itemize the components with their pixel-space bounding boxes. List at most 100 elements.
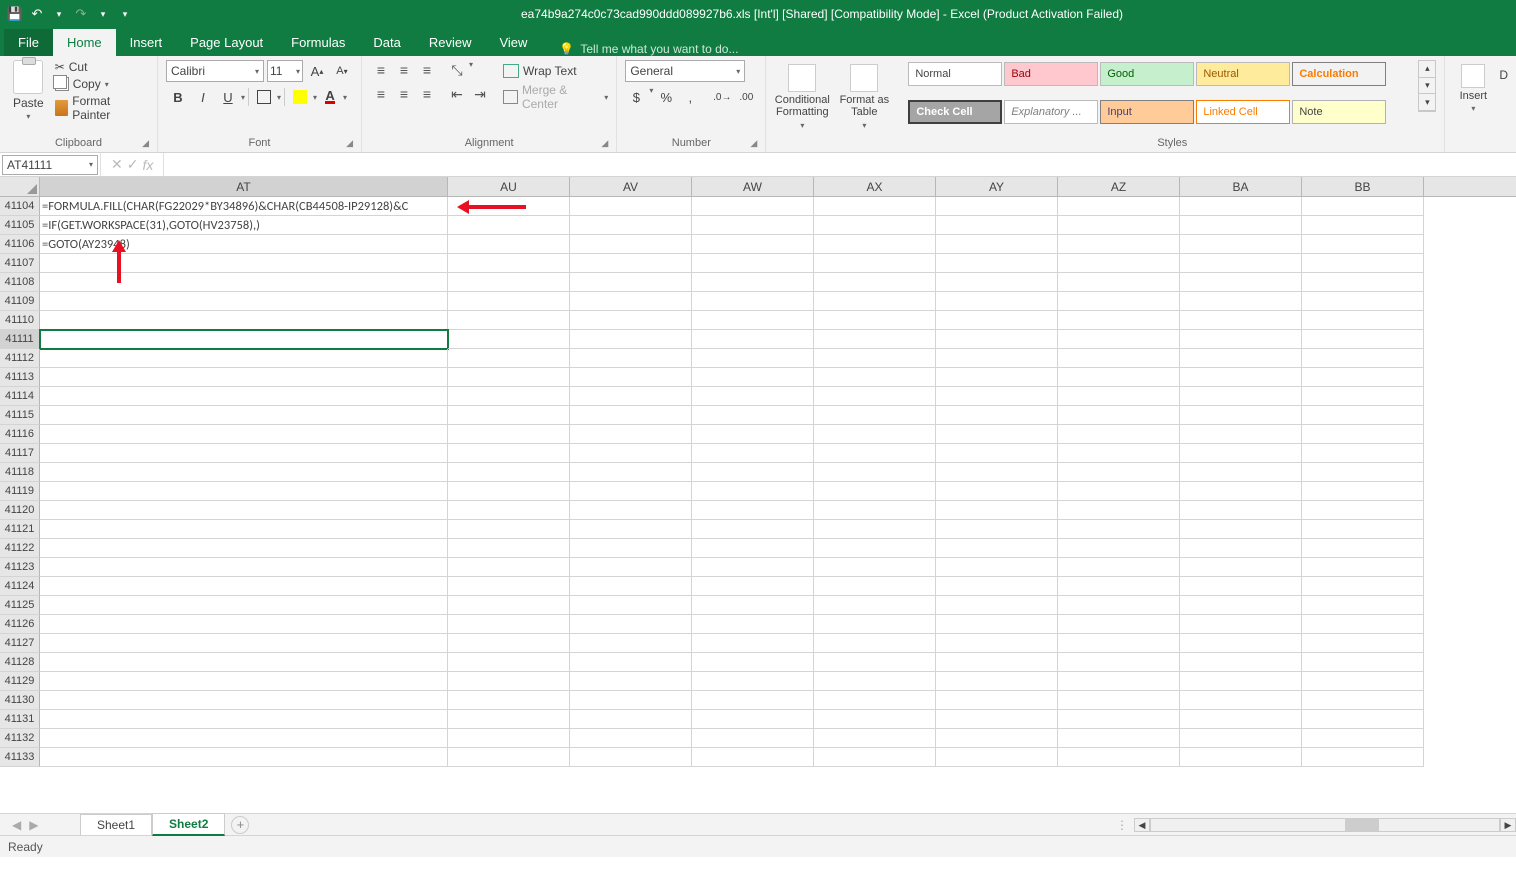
cell[interactable] [936,273,1058,292]
cell[interactable] [1180,482,1302,501]
cell[interactable] [1302,615,1424,634]
cell[interactable] [814,463,936,482]
cell[interactable] [448,292,570,311]
cell[interactable] [570,748,692,767]
row-header[interactable]: 41104 [0,197,40,216]
border-button[interactable] [252,86,276,108]
cell[interactable] [1180,710,1302,729]
cell[interactable] [1302,444,1424,463]
cell[interactable] [40,368,448,387]
cell[interactable] [692,729,814,748]
cell[interactable] [692,330,814,349]
row-header[interactable]: 41124 [0,577,40,596]
align-top-icon[interactable]: ≡ [370,60,392,80]
cell[interactable] [448,710,570,729]
cell[interactable] [936,311,1058,330]
paste-button[interactable]: Paste ▾ [8,60,49,135]
cell[interactable] [814,501,936,520]
cell[interactable] [1058,330,1180,349]
align-left-icon[interactable]: ≡ [370,84,392,104]
row-header[interactable]: 41106 [0,235,40,254]
increase-decimal-icon[interactable]: .0→ [711,86,733,108]
cell[interactable] [936,387,1058,406]
cell[interactable] [40,672,448,691]
select-all-corner[interactable] [0,177,40,196]
cell[interactable] [1302,501,1424,520]
cell[interactable] [1302,368,1424,387]
row-header[interactable]: 41132 [0,729,40,748]
cell[interactable] [1058,406,1180,425]
cell[interactable] [570,482,692,501]
cell[interactable] [1180,596,1302,615]
cell[interactable] [448,596,570,615]
cell[interactable] [570,216,692,235]
cell[interactable] [1180,558,1302,577]
row-header[interactable]: 41123 [0,558,40,577]
style-good[interactable]: Good [1100,62,1194,86]
cell[interactable] [1058,368,1180,387]
cell[interactable] [1302,216,1424,235]
chevron-down-icon[interactable]: ▾ [343,93,347,102]
cell[interactable] [1180,406,1302,425]
cell[interactable] [1180,292,1302,311]
cell[interactable] [1302,349,1424,368]
cell[interactable] [1302,520,1424,539]
row-header[interactable]: 41105 [0,216,40,235]
cell[interactable] [936,349,1058,368]
chevron-down-icon[interactable]: ▾ [277,93,281,102]
col-header-AX[interactable]: AX [814,177,936,196]
style-check-cell[interactable]: Check Cell [908,100,1002,124]
tab-insert[interactable]: Insert [116,29,177,56]
row-header[interactable]: 41110 [0,311,40,330]
cell[interactable] [1058,558,1180,577]
cell[interactable] [814,558,936,577]
cell[interactable] [40,615,448,634]
align-right-icon[interactable]: ≡ [416,84,438,104]
decrease-font-icon[interactable]: A▾ [331,60,353,82]
cell[interactable] [1180,216,1302,235]
cell[interactable] [1058,691,1180,710]
cell[interactable] [1058,254,1180,273]
cell[interactable] [692,748,814,767]
row-header[interactable]: 41115 [0,406,40,425]
cell[interactable] [814,368,936,387]
font-name-combo[interactable]: Calibri▾ [166,60,264,82]
cut-button[interactable]: ✂Cut [55,60,149,74]
cell[interactable] [1302,596,1424,615]
cell[interactable] [1058,748,1180,767]
row-header[interactable]: 41116 [0,425,40,444]
cell[interactable] [1058,710,1180,729]
sheet-nav-prev-icon[interactable]: ◀ [12,818,21,832]
cell[interactable] [1058,596,1180,615]
style-input[interactable]: Input [1100,100,1194,124]
format-as-table-button[interactable]: Format as Table ▾ [836,60,892,147]
cell[interactable] [1058,653,1180,672]
cell[interactable] [1302,292,1424,311]
cell[interactable]: =GOTO(AY23948) [40,235,448,254]
cell[interactable] [1180,634,1302,653]
cell[interactable] [40,501,448,520]
cell[interactable] [1058,349,1180,368]
row-header[interactable]: 41118 [0,463,40,482]
cell[interactable] [570,235,692,254]
merge-center-button[interactable]: Merge & Center ▾ [503,86,608,108]
cell[interactable] [448,444,570,463]
cell[interactable] [448,254,570,273]
cell[interactable] [1058,520,1180,539]
cell[interactable] [1302,672,1424,691]
cell[interactable] [936,653,1058,672]
cell[interactable] [936,292,1058,311]
percent-format-button[interactable]: % [655,86,677,108]
chevron-down-icon[interactable]: ▾ [313,93,317,102]
row-header[interactable]: 41111 [0,330,40,349]
cell[interactable] [570,653,692,672]
cell[interactable] [448,558,570,577]
cell[interactable] [570,311,692,330]
cell[interactable] [814,539,936,558]
cell[interactable] [936,748,1058,767]
cell[interactable] [40,634,448,653]
cell[interactable] [692,463,814,482]
scroll-left-icon[interactable]: ◀ [1134,818,1150,832]
row-header[interactable]: 41125 [0,596,40,615]
cell[interactable] [570,520,692,539]
